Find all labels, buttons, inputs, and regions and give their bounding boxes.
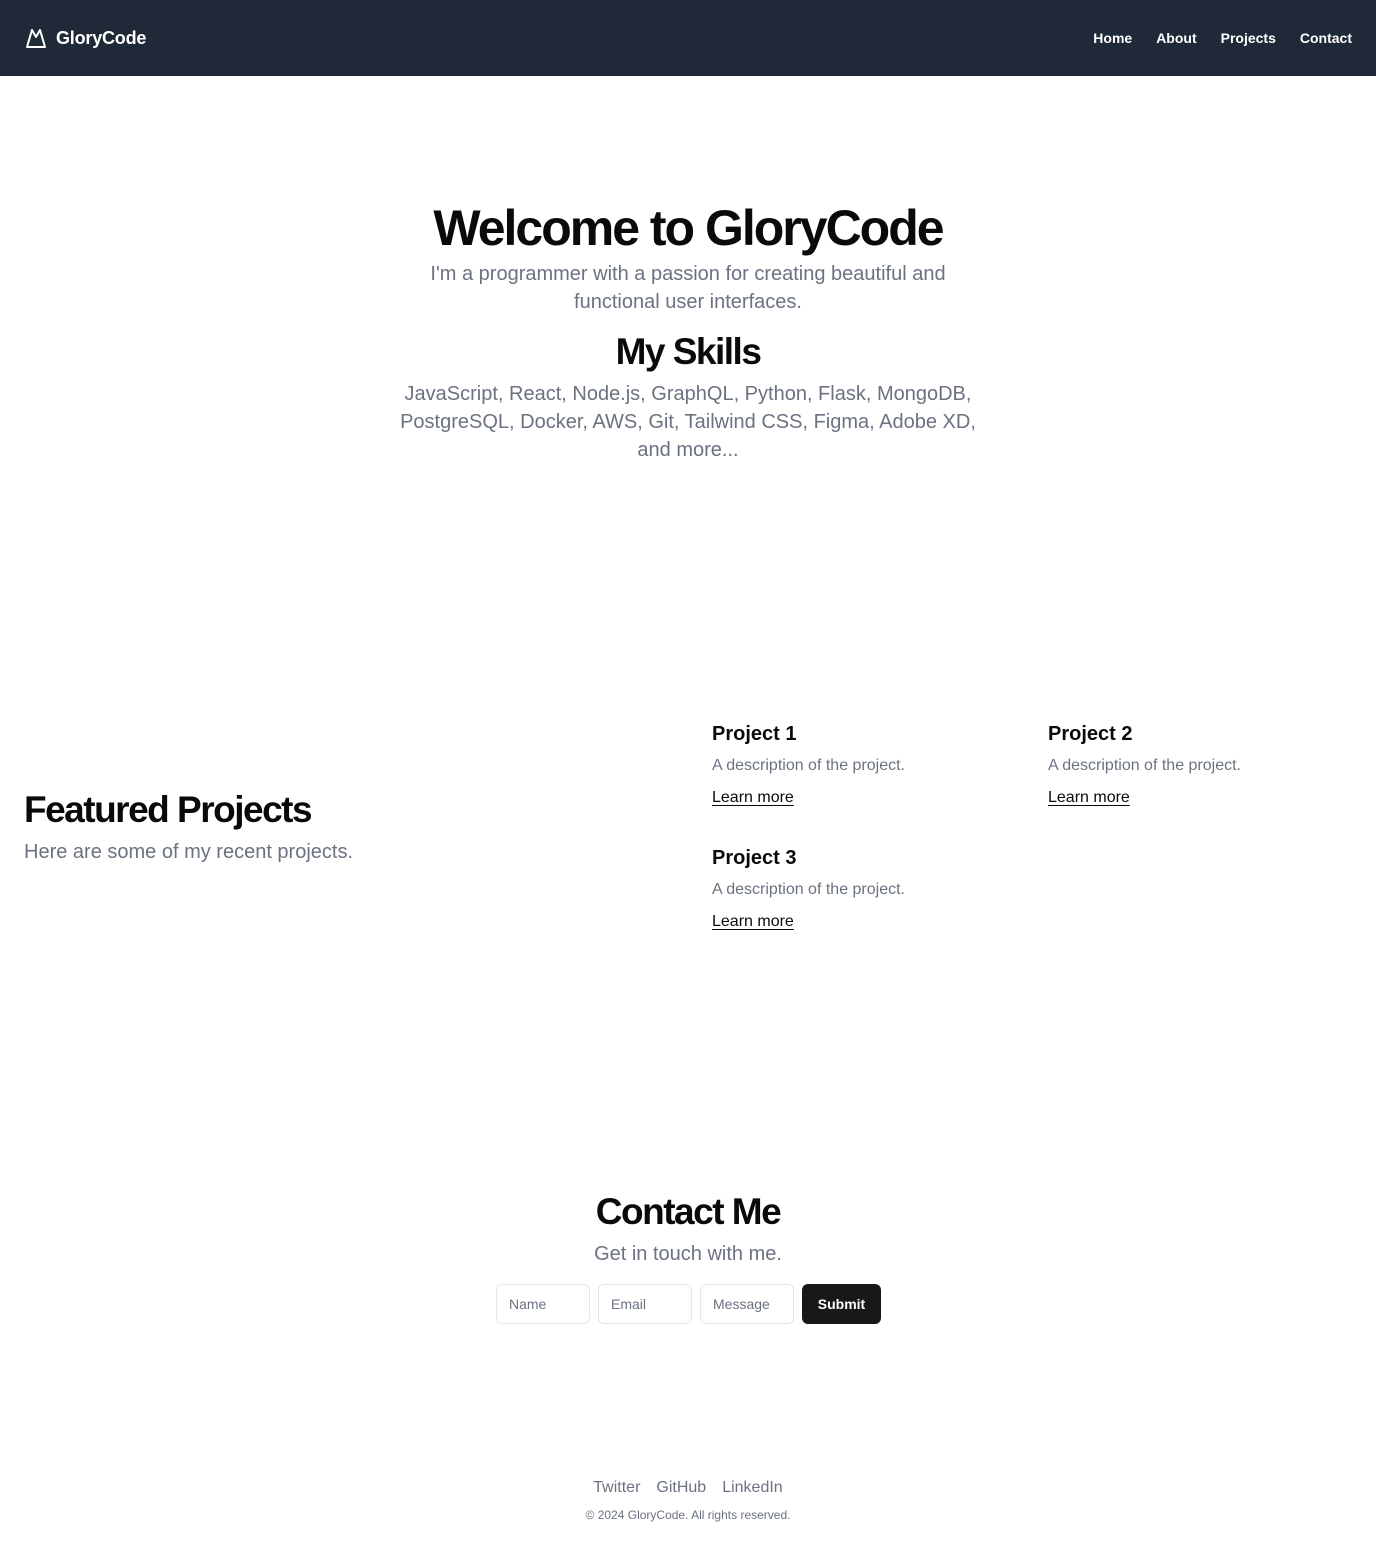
project-title: Project 1 — [712, 723, 797, 745]
contact-subtitle: Get in touch with me. — [594, 1243, 782, 1265]
learn-more-link[interactable]: Learn more — [712, 786, 794, 810]
email-input[interactable] — [598, 1284, 692, 1324]
nav-link-home[interactable]: Home — [1093, 28, 1132, 48]
learn-more-link[interactable]: Learn more — [1048, 786, 1130, 810]
contact-form: Submit — [496, 1284, 881, 1324]
nav-links: Home About Projects Contact — [1093, 28, 1352, 48]
skills-text: JavaScript, React, Node.js, GraphQL, Pyt… — [400, 383, 976, 461]
learn-more-link[interactable]: Learn more — [712, 910, 794, 934]
project-card-2: Project 2 A description of the project. … — [1048, 720, 1348, 810]
hero-subtitle: I'm a programmer with a passion for crea… — [430, 263, 946, 313]
brand-link[interactable]: GloryCode — [24, 26, 146, 50]
footer-link-twitter[interactable]: Twitter — [593, 1476, 640, 1500]
nav-link-about[interactable]: About — [1156, 28, 1196, 48]
navbar: GloryCode Home About Projects Contact — [0, 0, 1376, 76]
project-title: Project 3 — [712, 847, 797, 869]
hero-title: Welcome to GloryCode — [433, 200, 944, 256]
featured-projects-title: Featured Projects — [24, 789, 313, 830]
submit-button[interactable]: Submit — [802, 1284, 881, 1324]
copyright-text: © 2024 GloryCode. All rights reserved. — [585, 1508, 791, 1522]
mountain-icon — [26, 29, 46, 48]
nav-link-projects[interactable]: Projects — [1221, 28, 1276, 48]
project-description: A description of the project. — [712, 757, 905, 774]
name-input[interactable] — [496, 1284, 590, 1324]
project-description: A description of the project. — [712, 881, 905, 898]
skills-title: My Skills — [615, 331, 762, 372]
project-title: Project 2 — [1048, 723, 1133, 745]
project-card-3: Project 3 A description of the project. … — [712, 844, 1012, 934]
project-card-1: Project 1 A description of the project. … — [712, 720, 1012, 810]
footer-link-github[interactable]: GitHub — [656, 1476, 706, 1500]
message-input[interactable] — [700, 1284, 794, 1324]
project-description: A description of the project. — [1048, 757, 1241, 774]
footer-link-linkedin[interactable]: LinkedIn — [722, 1476, 783, 1500]
footer-links: Twitter GitHub LinkedIn — [0, 1476, 1376, 1500]
featured-projects-subtitle: Here are some of my recent projects. — [24, 841, 354, 863]
nav-link-contact[interactable]: Contact — [1300, 28, 1352, 48]
brand-name: GloryCode — [56, 27, 147, 48]
contact-title: Contact Me — [595, 1191, 782, 1232]
